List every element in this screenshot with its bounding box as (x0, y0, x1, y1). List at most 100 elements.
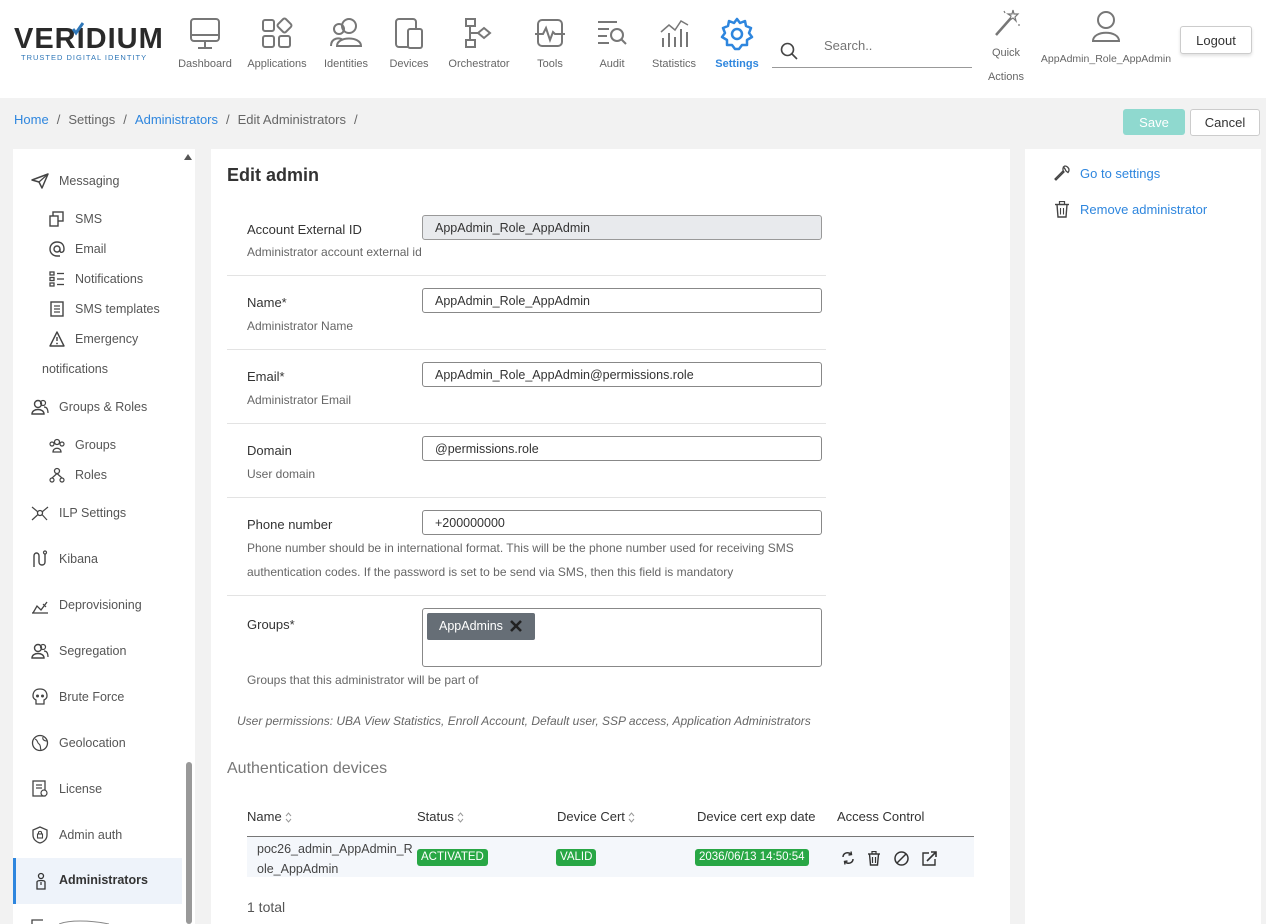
send-icon (31, 173, 49, 189)
col-name-header[interactable]: Name (247, 809, 292, 824)
sort-icon (628, 812, 635, 823)
go-to-settings-link[interactable]: Go to settings (1054, 165, 1160, 181)
administrator-icon (36, 872, 46, 890)
user-profile[interactable]: AppAdmin_Role_AppAdmin (1036, 10, 1176, 65)
sidebar-scrollbar[interactable] (186, 762, 192, 924)
sidebar-item-emergency-notifications[interactable]: Emergency notifications (13, 325, 183, 385)
audit-search-icon (598, 21, 627, 45)
status-badge: ACTIVATED (417, 849, 488, 866)
col-status-header[interactable]: Status (417, 809, 464, 824)
sidebar-item-admin-auth[interactable]: Admin auth (13, 821, 183, 851)
remove-administrator-link[interactable]: Remove administrator (1055, 201, 1207, 218)
block-icon[interactable] (894, 851, 909, 866)
logout-button[interactable]: Logout (1180, 26, 1252, 54)
sidebar-item-roles[interactable]: Roles (13, 461, 183, 491)
save-button[interactable]: Save (1123, 109, 1185, 135)
name-label: Name* (247, 295, 287, 310)
sidebar-label: Emergency (75, 332, 139, 346)
nav-dashboard-label: Dashboard (178, 58, 232, 70)
nav-applications[interactable]: Applications (246, 16, 308, 70)
orchestrator-icon (465, 18, 492, 48)
sidebar-item-email[interactable]: Email (13, 235, 183, 265)
search-input[interactable] (824, 38, 964, 53)
sidebar-item-messaging[interactable]: Messaging (13, 167, 183, 197)
sidebar-item-groups[interactable]: Groups (13, 431, 183, 461)
nav-applications-label: Applications (247, 58, 307, 70)
tools-pulse-icon (535, 19, 565, 47)
name-field[interactable] (422, 288, 822, 313)
nav-devices[interactable]: Devices (386, 16, 432, 70)
statistics-chart-icon (660, 20, 689, 47)
sidebar-label: Brute Force (59, 690, 125, 704)
sidebar-item-geolocation[interactable]: Geolocation (13, 729, 183, 759)
breadcrumb-administrators[interactable]: Administrators (135, 112, 218, 127)
remove-chip-icon[interactable] (509, 619, 523, 633)
breadcrumb-separator: / (226, 112, 230, 127)
veridium-logo[interactable]: VERIDIUM TRUSTED DIGITAL IDENTITY (14, 22, 164, 62)
quick-actions[interactable]: Quick Actions (986, 8, 1026, 89)
cancel-button[interactable]: Cancel (1190, 109, 1260, 136)
user-icon (1091, 11, 1121, 42)
sidebar-item-deprovisioning[interactable]: Deprovisioning (13, 591, 183, 621)
nav-settings[interactable]: Settings (714, 16, 760, 70)
sidebar-item-kibana[interactable]: Kibana (13, 545, 183, 575)
email-label: Email* (247, 369, 285, 384)
exp-date-badge: 2036/06/13 14:50:54 (695, 849, 809, 866)
sidebar-label: SMS templates (75, 302, 160, 316)
email-field[interactable] (422, 362, 822, 387)
magic-wand-icon (995, 9, 1020, 36)
users-group-icon (31, 399, 49, 415)
sidebar-item-administrators[interactable]: Administrators (13, 858, 182, 904)
sidebar-item-segregation[interactable]: Segregation (13, 637, 183, 667)
sidebar-label: Email (75, 242, 107, 256)
sort-icon (285, 812, 292, 823)
sidebar-item-groups-roles[interactable]: Groups & Roles (13, 393, 183, 423)
domain-desc: User domain (247, 467, 316, 481)
scroll-up-arrow-icon[interactable] (183, 151, 193, 163)
sidebar-label: Groups (75, 438, 116, 452)
sidebar-item-license[interactable]: License (13, 775, 183, 805)
nav-identities[interactable]: Identities (320, 16, 372, 70)
globe-icon (31, 734, 49, 752)
sidebar-item-sms[interactable]: SMS (13, 205, 183, 235)
col-exp-header: Device cert exp date (697, 809, 816, 824)
breadcrumb-home[interactable]: Home (14, 112, 49, 127)
device-name-line-2: ole_AppAdmin (257, 862, 339, 876)
groups-label: Groups* (247, 617, 295, 632)
domain-field[interactable] (422, 436, 822, 461)
sidebar-item-notifications[interactable]: Notifications (13, 265, 183, 295)
nav-orchestrator-label: Orchestrator (448, 58, 510, 70)
domain-row: Domain User domain (227, 424, 826, 498)
refresh-icon[interactable] (841, 851, 855, 865)
group-icon (49, 438, 65, 453)
trash-icon[interactable] (867, 851, 881, 866)
sidebar-item-ilp-settings[interactable]: ILP Settings (13, 499, 183, 529)
groups-multiselect[interactable]: AppAdmins (422, 608, 822, 667)
col-cert-header[interactable]: Device Cert (557, 809, 635, 824)
skull-icon (32, 688, 48, 705)
sidebar-label: Segregation (59, 644, 127, 658)
nav-statistics[interactable]: Statistics (652, 16, 696, 70)
sidebar-label: Notifications (75, 272, 144, 286)
breadcrumb-separator: / (123, 112, 127, 127)
nav-identities-label: Identities (323, 58, 369, 70)
sidebar-item-sms-templates[interactable]: SMS templates (13, 295, 183, 325)
breadcrumb-settings: Settings (68, 112, 116, 127)
sidebar-item-brute-force[interactable]: Brute Force (13, 683, 183, 713)
cert-badge: VALID (556, 849, 597, 866)
email-row: Email* Administrator Email (227, 350, 826, 424)
search-icon[interactable] (780, 42, 798, 60)
nav-audit[interactable]: Audit (594, 16, 630, 70)
domain-label: Domain (247, 443, 292, 458)
sidebar-label: Deprovisioning (59, 598, 142, 612)
breadcrumb-separator: / (56, 112, 61, 127)
email-desc: Administrator Email (247, 393, 352, 407)
nav-orchestrator[interactable]: Orchestrator (446, 16, 512, 70)
phone-field[interactable] (422, 510, 822, 535)
nav-dashboard[interactable]: Dashboard (178, 16, 232, 70)
warning-icon (49, 331, 65, 347)
external-link-icon[interactable] (922, 851, 937, 866)
partial-label-fragment (59, 920, 109, 924)
phone-row: Phone number Phone number should be in i… (227, 498, 826, 596)
nav-tools[interactable]: Tools (530, 16, 570, 70)
